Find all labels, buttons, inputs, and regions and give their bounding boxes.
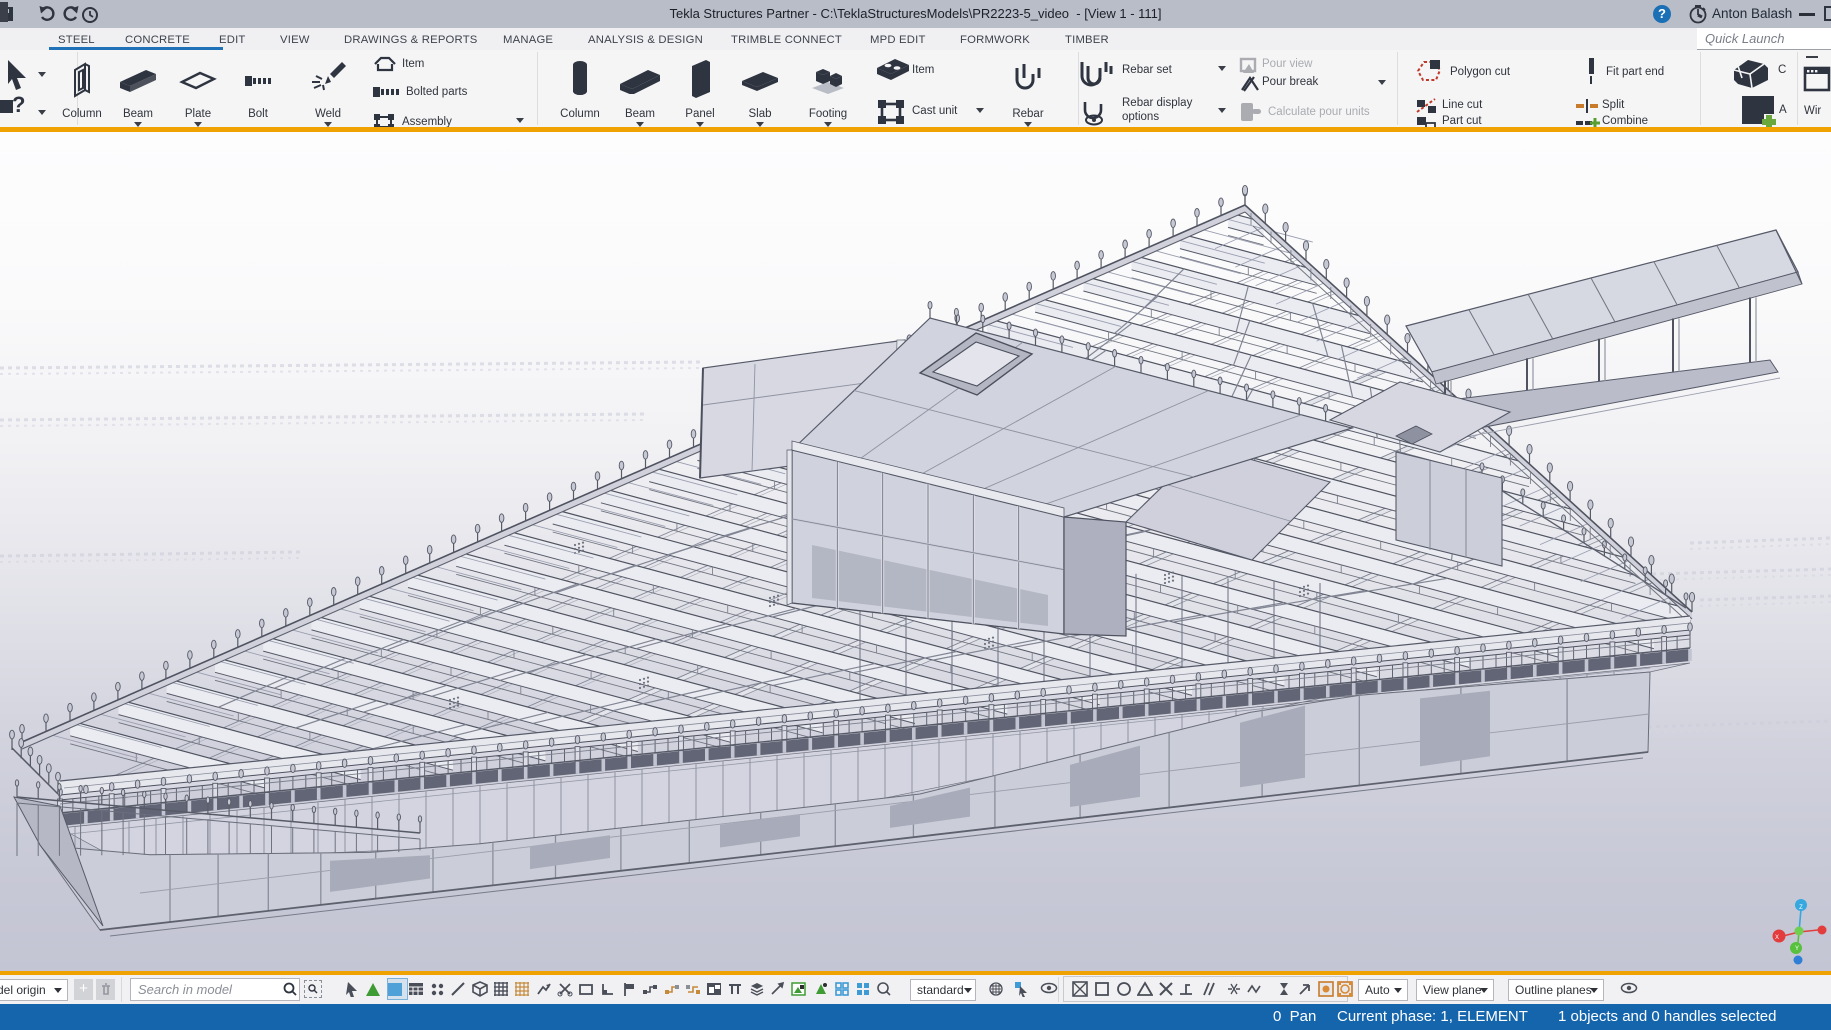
svg-text:Y: Y — [1795, 946, 1799, 952]
svg-text:X: X — [1775, 935, 1779, 941]
svg-text:Z: Z — [1799, 905, 1803, 911]
